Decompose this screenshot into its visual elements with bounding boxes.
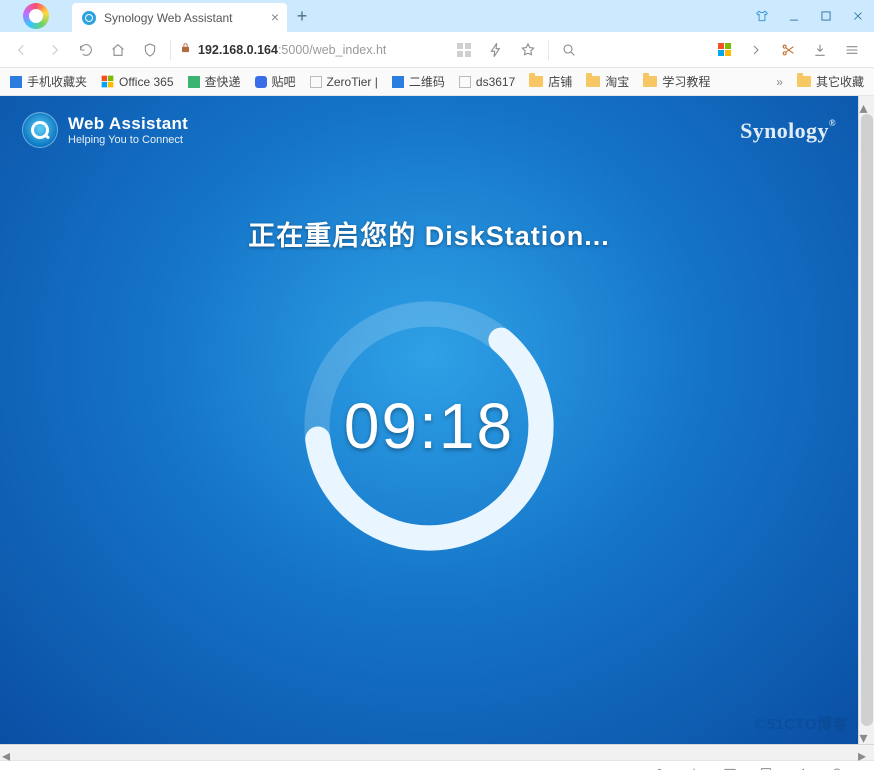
extensions-icon[interactable] bbox=[712, 38, 736, 62]
window-close-button[interactable] bbox=[842, 0, 874, 32]
bookmarks-bar: 手机收藏夹 Office 365 查快递 贴吧 ZeroTier | 二维码 d… bbox=[0, 68, 874, 96]
menu-icon[interactable] bbox=[840, 38, 864, 62]
browser-statusbar bbox=[0, 760, 874, 770]
minimize-button[interactable] bbox=[778, 0, 810, 32]
nav-forward-button[interactable] bbox=[42, 38, 66, 62]
url-path: :5000/web_index.ht bbox=[278, 43, 386, 57]
url-text: 192.168.0.164:5000/web_index.ht bbox=[198, 43, 386, 57]
scroll-right-icon[interactable]: ▸ bbox=[858, 746, 872, 760]
scroll-down-icon[interactable]: ▾ bbox=[860, 728, 874, 742]
scissors-icon[interactable] bbox=[776, 38, 800, 62]
status-message: 正在重启您的 DiskStation... bbox=[0, 214, 858, 253]
bookmark-item-express[interactable]: 查快递 bbox=[188, 73, 241, 90]
bookmark-folder-other[interactable]: 其它收藏 bbox=[797, 73, 864, 90]
search-icon[interactable] bbox=[557, 38, 581, 62]
bookmark-star-icon[interactable] bbox=[516, 38, 540, 62]
nav-reload-button[interactable] bbox=[74, 38, 98, 62]
download-icon[interactable] bbox=[808, 38, 832, 62]
address-bar[interactable]: 192.168.0.164:5000/web_index.ht bbox=[179, 41, 444, 59]
browser-titlebar: Synology Web Assistant × + bbox=[0, 0, 874, 32]
nav-shield-icon[interactable] bbox=[138, 38, 162, 62]
bookmark-folder-shop[interactable]: 店铺 bbox=[529, 73, 572, 90]
browser-toolbar: 192.168.0.164:5000/web_index.ht bbox=[0, 32, 874, 68]
bookmark-folder-study[interactable]: 学习教程 bbox=[643, 73, 710, 90]
scroll-left-icon[interactable]: ◂ bbox=[2, 746, 16, 760]
nav-home-button[interactable] bbox=[106, 38, 130, 62]
toolbar-separator-2 bbox=[548, 40, 549, 60]
horizontal-scrollbar[interactable]: ◂ ▸ bbox=[0, 744, 874, 760]
scroll-up-icon[interactable]: ▴ bbox=[860, 98, 874, 112]
synology-brand-logo: Synology® bbox=[740, 118, 836, 144]
more-menu-icon[interactable] bbox=[744, 38, 768, 62]
watermark-text: ©51CTO博客 bbox=[755, 713, 848, 734]
status-zoom-icon[interactable] bbox=[826, 762, 850, 770]
bookmarks-overflow-chevron[interactable]: » bbox=[776, 75, 783, 89]
nav-back-button[interactable] bbox=[10, 38, 34, 62]
web-assistant-subtitle: Helping You to Connect bbox=[68, 134, 188, 146]
status-picture-icon[interactable] bbox=[718, 762, 742, 770]
window-buttons bbox=[746, 0, 874, 32]
countdown-timer: 09:18 bbox=[344, 389, 514, 463]
tab-title: Synology Web Assistant bbox=[104, 11, 233, 25]
tab-close-icon[interactable]: × bbox=[271, 10, 279, 24]
skin-icon[interactable] bbox=[746, 0, 778, 32]
url-host: 192.168.0.164 bbox=[198, 43, 278, 57]
browser-tab-active[interactable]: Synology Web Assistant × bbox=[72, 3, 287, 32]
tab-favicon bbox=[82, 11, 96, 25]
bookmark-item-office365[interactable]: Office 365 bbox=[101, 75, 173, 89]
web-assistant-title: Web Assistant bbox=[68, 114, 188, 134]
status-download-icon[interactable] bbox=[682, 762, 706, 770]
web-assistant-logo-icon bbox=[22, 112, 58, 148]
web-assistant-header: Web Assistant Helping You to Connect bbox=[22, 112, 188, 148]
scroll-thumb[interactable] bbox=[861, 114, 873, 726]
toolbar-separator bbox=[170, 40, 171, 60]
vertical-scrollbar[interactable]: ▴ ▾ bbox=[858, 96, 874, 744]
qr-icon[interactable] bbox=[452, 38, 476, 62]
status-mute-icon[interactable] bbox=[790, 762, 814, 770]
status-note-icon[interactable] bbox=[754, 762, 778, 770]
bookmark-item-ds3617[interactable]: ds3617 bbox=[459, 75, 515, 89]
new-tab-button[interactable]: + bbox=[287, 0, 317, 32]
bookmark-item-tieba[interactable]: 贴吧 bbox=[255, 73, 296, 90]
bookmark-folder-taobao[interactable]: 淘宝 bbox=[586, 73, 629, 90]
status-rocket-icon[interactable] bbox=[646, 762, 670, 770]
page-content: Web Assistant Helping You to Connect Syn… bbox=[0, 96, 858, 744]
flash-icon[interactable] bbox=[484, 38, 508, 62]
maximize-button[interactable] bbox=[810, 0, 842, 32]
bookmark-item-qrcode[interactable]: 二维码 bbox=[392, 73, 445, 90]
viewport: Web Assistant Helping You to Connect Syn… bbox=[0, 96, 874, 744]
bookmark-item-zerotier[interactable]: ZeroTier | bbox=[310, 75, 378, 89]
security-lock-icon bbox=[179, 41, 192, 59]
browser-app-icon[interactable] bbox=[0, 0, 72, 32]
bookmark-item-mobile[interactable]: 手机收藏夹 bbox=[10, 73, 87, 90]
